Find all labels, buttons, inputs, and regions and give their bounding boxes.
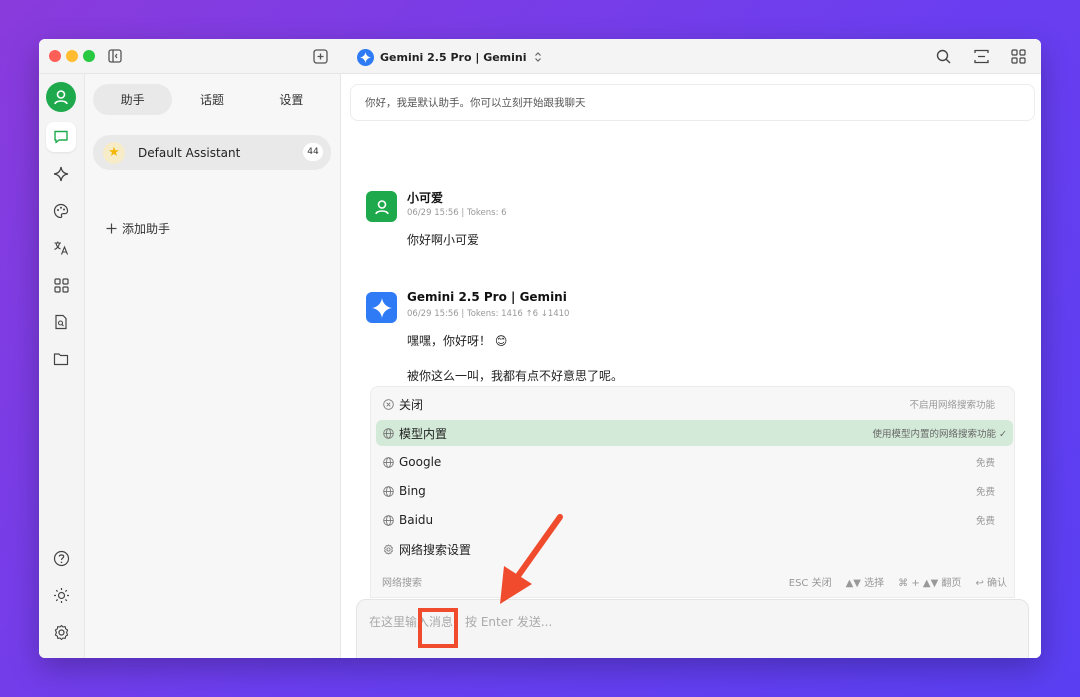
translate-icon[interactable] xyxy=(46,233,76,263)
tab-topics[interactable]: 话题 xyxy=(172,84,251,115)
user-avatar[interactable] xyxy=(46,82,76,112)
search-option-baidu[interactable]: Baidu 免费 xyxy=(376,507,1013,533)
palette-icon[interactable] xyxy=(46,196,76,226)
message-sender: 小可爱 xyxy=(407,191,444,205)
greeting-banner: 你好，我是默认助手。你可以立刻开始跟我聊天 xyxy=(350,84,1035,121)
apps-grid-icon[interactable] xyxy=(1009,47,1027,65)
message-text: 嘿嘿，你好呀！ 😊 xyxy=(407,334,508,348)
search-option-bing[interactable]: Bing 免费 xyxy=(376,478,1013,504)
terminal-icon[interactable] xyxy=(536,657,556,658)
search-menu-footer: 网络搜索 ESC 关闭 ▲▼ 选择 ⌘ + ▲▼ 翻页 ↩ 确认 xyxy=(382,574,1007,589)
mention-at-icon[interactable] xyxy=(569,657,589,658)
reasoning-off-icon[interactable] xyxy=(434,657,454,658)
option-label: Bing xyxy=(399,484,426,498)
app-window: Gemini 2.5 Pro | Gemini 助手 话题 设置 ★ Defau… xyxy=(39,39,1041,658)
gemini-logo-icon xyxy=(357,48,374,66)
title-bar: Gemini 2.5 Pro | Gemini xyxy=(39,39,1041,74)
search-option-builtin[interactable]: 模型内置 使用模型内置的网络搜索功能 ✓ xyxy=(376,420,1013,446)
annotation-highlight-box xyxy=(418,608,458,648)
hint-esc: ESC 关闭 xyxy=(788,578,832,589)
message-sender: Gemini 2.5 Pro | Gemini xyxy=(407,290,567,304)
send-button[interactable] xyxy=(1000,657,1020,658)
add-assistant-label: 添加助手 xyxy=(122,222,171,236)
option-desc: 免费 xyxy=(975,458,995,469)
option-label: Google xyxy=(399,455,442,469)
expand-more-icon[interactable] xyxy=(611,657,631,658)
tab-settings[interactable]: 设置 xyxy=(252,84,331,115)
user-avatar-icon xyxy=(366,191,397,222)
close-circle-icon xyxy=(382,398,394,410)
star-icon: ★ xyxy=(103,141,125,164)
assistants-panel: 助手 话题 设置 ★ Default Assistant 44 添加助手 xyxy=(85,74,341,658)
message-text: 你好啊小可爱 xyxy=(407,233,480,247)
option-desc: 使用模型内置的网络搜索功能 ✓ xyxy=(872,429,1007,440)
icon-rail xyxy=(39,74,85,658)
globe-icon xyxy=(382,427,394,439)
sparkle-icon[interactable] xyxy=(46,159,76,189)
option-desc: 免费 xyxy=(975,487,995,498)
expand-view-icon[interactable] xyxy=(972,47,990,65)
search-option-settings[interactable]: 网络搜索设置 xyxy=(376,536,1013,562)
assistant-item-default[interactable]: ★ Default Assistant 44 xyxy=(93,135,331,170)
web-search-menu: 关闭 不启用网络搜索功能 模型内置 使用模型内置的网络搜索功能 ✓ Google… xyxy=(370,386,1015,598)
message-input[interactable] xyxy=(369,610,1009,634)
gemini-avatar-icon xyxy=(366,292,397,323)
option-desc: 不启用网络搜索功能 xyxy=(909,400,995,411)
model-selector[interactable]: Gemini 2.5 Pro | Gemini xyxy=(357,47,543,67)
option-label: Baidu xyxy=(399,513,434,527)
option-label: 模型内置 xyxy=(399,426,448,441)
chat-main: 你好，我是默认助手。你可以立刻开始跟我聊天 小可爱 06/29 15:56 | … xyxy=(341,74,1041,658)
new-topic-icon[interactable] xyxy=(368,657,388,658)
search-icon[interactable] xyxy=(934,47,952,65)
footer-title: 网络搜索 xyxy=(382,578,422,589)
zoom-window-button[interactable] xyxy=(83,50,95,62)
tab-assistants[interactable]: 助手 xyxy=(93,84,173,115)
message-meta: 06/29 15:56 | Tokens: 6 xyxy=(407,208,507,218)
message-meta: 06/29 15:56 | Tokens: 1416 ↑6 ↓1410 xyxy=(407,309,570,319)
minimize-window-button[interactable] xyxy=(66,50,78,62)
add-assistant-button[interactable]: 添加助手 xyxy=(106,220,170,237)
new-topic-icon[interactable] xyxy=(311,47,329,65)
message-text: 被你这么一叫，我都有点不好意思了呢。 xyxy=(407,369,624,383)
model-title-text: Gemini 2.5 Pro | Gemini xyxy=(380,50,527,64)
search-option-google[interactable]: Google 免费 xyxy=(376,449,1013,475)
hint-confirm: ↩ 确认 xyxy=(975,578,1007,589)
globe-icon xyxy=(382,485,394,497)
chevron-updown-icon xyxy=(533,51,543,63)
plus-icon xyxy=(106,223,117,234)
option-desc: 免费 xyxy=(975,516,995,527)
option-label: 网络搜索设置 xyxy=(399,542,472,557)
panel-tabs: 助手 话题 设置 xyxy=(93,84,331,115)
topic-count-badge: 44 xyxy=(303,143,323,161)
hint-select: ▲▼ 选择 xyxy=(845,578,885,589)
close-window-button[interactable] xyxy=(49,50,61,62)
globe-icon xyxy=(382,456,394,468)
sidebar-toggle-icon[interactable] xyxy=(106,47,124,65)
knowledge-file-icon[interactable] xyxy=(46,307,76,337)
option-label: 关闭 xyxy=(399,397,424,412)
hint-page: ⌘ + ▲▼ 翻页 xyxy=(898,578,962,589)
folder-icon[interactable] xyxy=(46,344,76,374)
translate-icon[interactable] xyxy=(970,657,990,658)
settings-gear-icon[interactable] xyxy=(46,617,76,647)
attachment-icon[interactable] xyxy=(401,657,421,658)
theme-sun-icon[interactable] xyxy=(46,580,76,610)
web-search-globe-icon[interactable] xyxy=(468,657,488,658)
knowledge-base-icon[interactable] xyxy=(502,657,522,658)
assistant-name: Default Assistant xyxy=(138,145,241,160)
search-option-off[interactable]: 关闭 不启用网络搜索功能 xyxy=(376,391,1013,417)
mini-apps-icon[interactable] xyxy=(46,270,76,300)
globe-icon xyxy=(382,514,394,526)
gear-icon xyxy=(382,543,394,555)
chat-icon[interactable] xyxy=(46,122,76,152)
help-icon[interactable] xyxy=(46,543,76,573)
